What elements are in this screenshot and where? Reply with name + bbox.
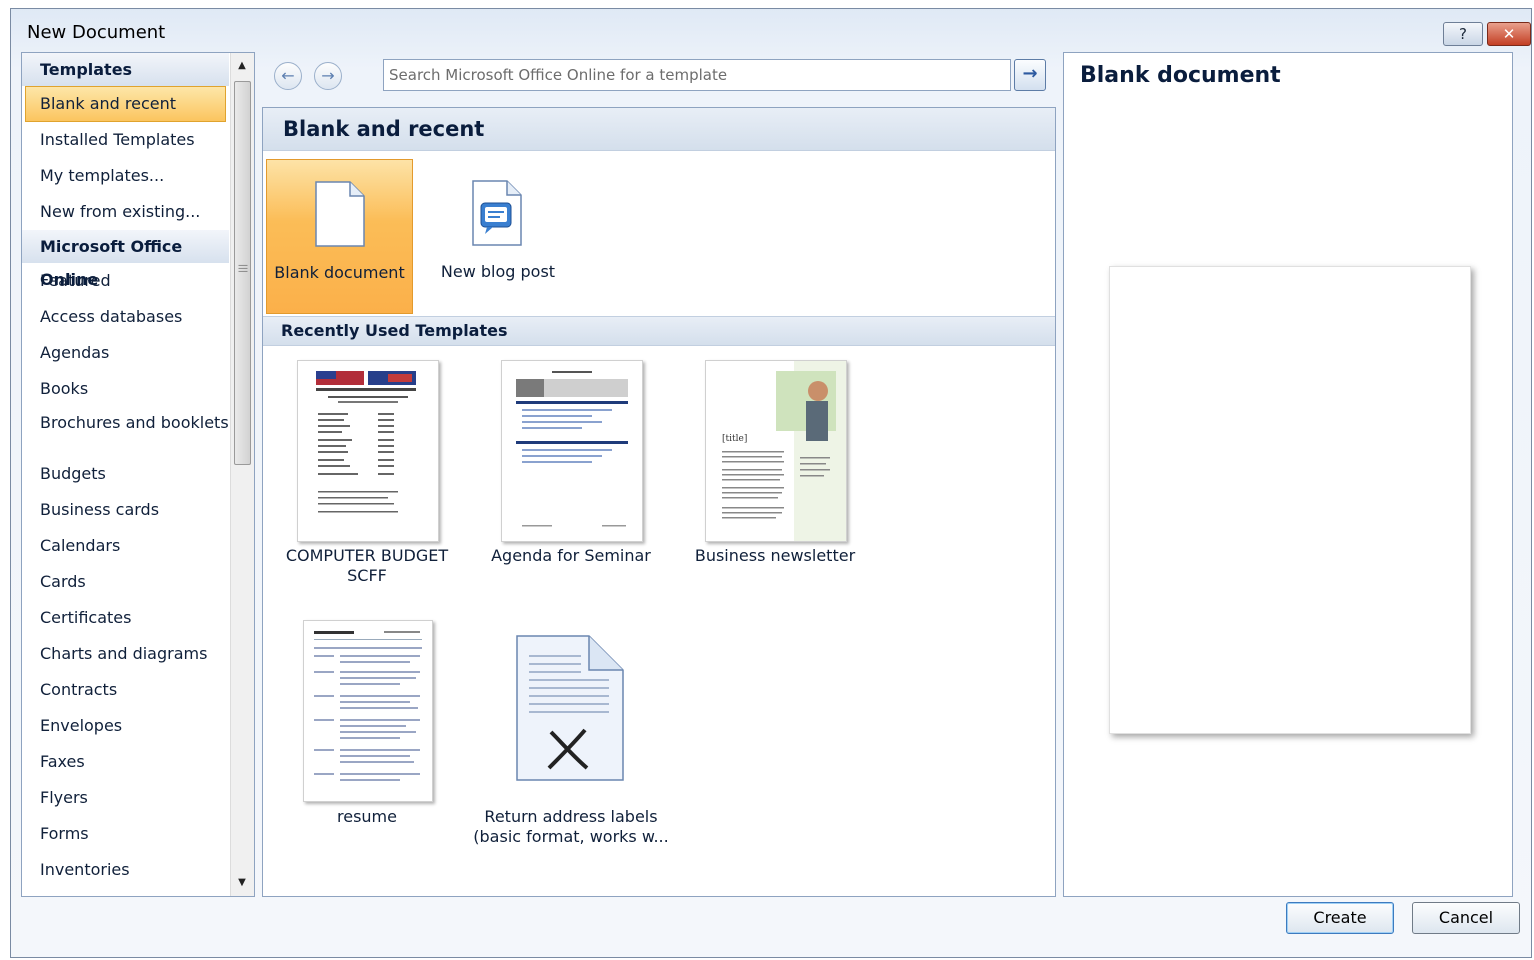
dialog-title: New Document bbox=[27, 22, 166, 43]
thumb-return-address-labels[interactable] bbox=[513, 634, 629, 784]
budget-thumbnail bbox=[316, 371, 416, 513]
category-panel: Templates Blank and recent Installed Tem… bbox=[21, 52, 255, 897]
category-calendars[interactable]: Calendars bbox=[22, 528, 229, 564]
thumb-label: resume bbox=[337, 807, 397, 826]
category-faxes[interactable]: Faxes bbox=[22, 744, 229, 780]
category-installed-templates[interactable]: Installed Templates bbox=[22, 122, 229, 158]
category-cards[interactable]: Cards bbox=[22, 564, 229, 600]
create-button[interactable]: Create bbox=[1286, 902, 1394, 934]
thumb-label: Return address labels (basic format, wor… bbox=[473, 807, 669, 846]
blank-document-icon bbox=[315, 181, 365, 247]
newsletter-title-text: [title] bbox=[722, 434, 747, 444]
category-inventories[interactable]: Inventories bbox=[22, 852, 229, 888]
category-business-cards[interactable]: Business cards bbox=[22, 492, 229, 528]
group-office-online: Microsoft Office Online bbox=[22, 230, 229, 289]
category-contracts[interactable]: Contracts bbox=[22, 672, 229, 708]
scroll-up-icon[interactable]: ▲ bbox=[231, 55, 253, 77]
title-bar: New Document ? ✕ bbox=[11, 9, 1531, 55]
thumb-computer-budget[interactable] bbox=[297, 360, 439, 542]
thumb-label: COMPUTER BUDGET SCFF bbox=[285, 546, 449, 585]
category-scrollbar[interactable]: ▲ — — — ▼ bbox=[230, 53, 254, 896]
category-my-templates[interactable]: My templates... bbox=[22, 158, 229, 194]
missing-preview-document-icon bbox=[516, 635, 624, 781]
category-envelopes[interactable]: Envelopes bbox=[22, 708, 229, 744]
preview-title: Blank document bbox=[1080, 63, 1281, 88]
tile-label: Blank document bbox=[274, 263, 405, 282]
category-flyers[interactable]: Flyers bbox=[22, 780, 229, 816]
tile-new-blog-post[interactable]: New blog post bbox=[423, 159, 573, 314]
resume-thumbnail bbox=[314, 631, 422, 781]
grip-icon: — — — bbox=[238, 260, 248, 277]
category-forms[interactable]: Forms bbox=[22, 816, 229, 852]
section-title: Blank and recent bbox=[263, 108, 1055, 151]
search-go-button[interactable]: → bbox=[1014, 59, 1046, 91]
preview-panel: Blank document bbox=[1063, 52, 1513, 897]
category-access-databases[interactable]: Access databases bbox=[22, 299, 229, 335]
category-agendas[interactable]: Agendas bbox=[22, 335, 229, 371]
agenda-thumbnail bbox=[516, 371, 628, 527]
category-new-from-existing[interactable]: New from existing... bbox=[22, 194, 229, 230]
recent-templates-heading: Recently Used Templates bbox=[263, 316, 1055, 346]
search-bar: ← → → bbox=[262, 52, 1056, 100]
close-button[interactable]: ✕ bbox=[1487, 22, 1531, 46]
template-search-input[interactable] bbox=[383, 59, 1011, 91]
forward-icon[interactable]: → bbox=[314, 62, 342, 90]
back-icon[interactable]: ← bbox=[274, 62, 302, 90]
group-templates: Templates bbox=[22, 53, 229, 86]
category-featured[interactable]: Featured bbox=[22, 263, 229, 299]
newsletter-thumbnail: [title] bbox=[722, 361, 846, 541]
category-list: Templates Blank and recent Installed Tem… bbox=[22, 53, 229, 888]
thumb-label: Agenda for Seminar bbox=[491, 546, 651, 565]
preview-page bbox=[1109, 266, 1471, 734]
scrollbar-thumb[interactable]: — — — bbox=[234, 81, 251, 465]
blog-post-icon bbox=[472, 180, 522, 246]
category-budgets[interactable]: Budgets bbox=[22, 456, 229, 492]
category-blank-and-recent[interactable]: Blank and recent bbox=[25, 86, 226, 122]
cancel-button[interactable]: Cancel bbox=[1412, 902, 1520, 934]
thumb-agenda-seminar[interactable] bbox=[501, 360, 643, 542]
tile-blank-document[interactable]: Blank document bbox=[266, 159, 413, 314]
thumb-business-newsletter[interactable]: [title] bbox=[705, 360, 847, 542]
thumb-resume[interactable] bbox=[303, 620, 433, 802]
category-charts-and-diagrams[interactable]: Charts and diagrams bbox=[22, 636, 229, 672]
category-certificates[interactable]: Certificates bbox=[22, 600, 229, 636]
category-books[interactable]: Books bbox=[22, 371, 229, 407]
category-brochures[interactable]: Brochures and booklets bbox=[22, 407, 229, 456]
scroll-down-icon[interactable]: ▼ bbox=[231, 872, 253, 894]
template-gallery: Blank and recent Blank document New blog… bbox=[262, 107, 1056, 897]
tile-label: New blog post bbox=[440, 262, 556, 281]
thumb-label: Business newsletter bbox=[694, 546, 856, 565]
help-button[interactable]: ? bbox=[1443, 22, 1483, 46]
